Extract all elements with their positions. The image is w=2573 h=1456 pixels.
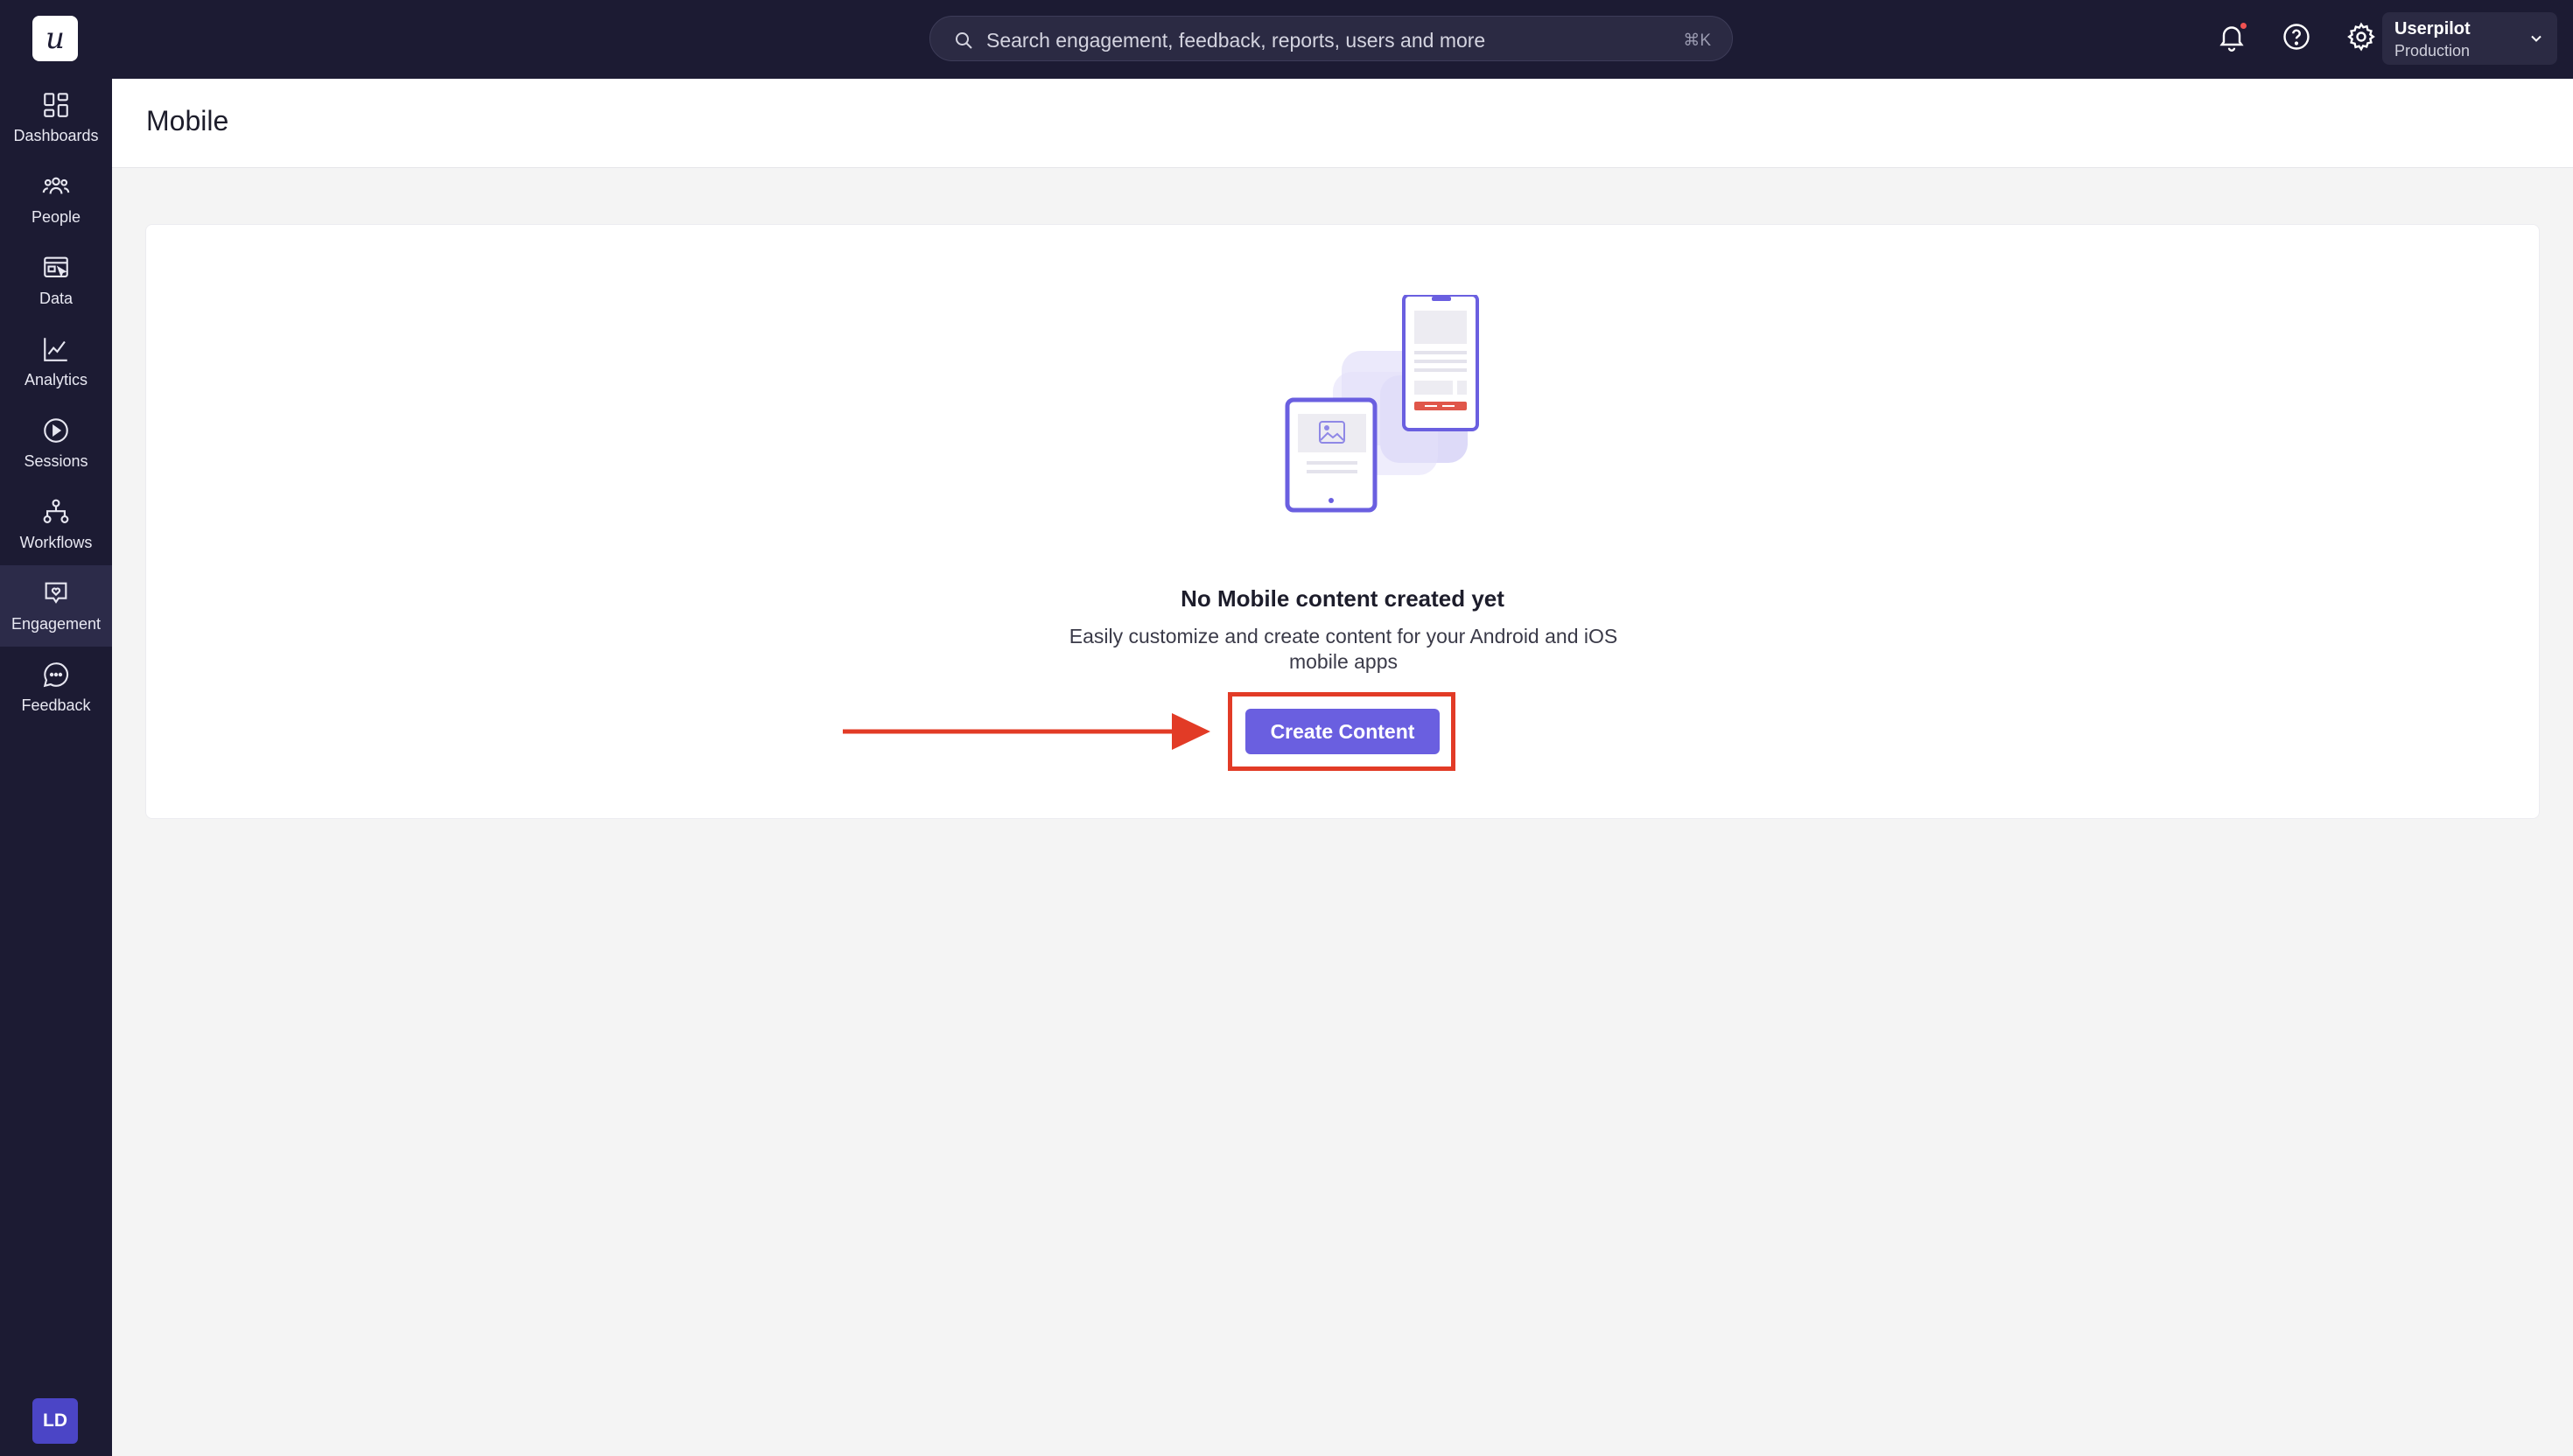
avatar[interactable]: LD bbox=[32, 1398, 78, 1444]
engagement-icon bbox=[41, 578, 71, 608]
settings-button[interactable] bbox=[2344, 21, 2379, 56]
sidebar-item-label: People bbox=[31, 208, 81, 226]
sidebar-item-sessions[interactable]: Sessions bbox=[0, 402, 112, 484]
sidebar-item-feedback[interactable]: Feedback bbox=[0, 647, 112, 728]
notification-badge bbox=[2239, 21, 2248, 31]
sidebar-item-data[interactable]: Data bbox=[0, 240, 112, 321]
annotation-arrow bbox=[843, 713, 1210, 750]
chevron-down-icon bbox=[2527, 30, 2545, 47]
sidebar-item-label: Engagement bbox=[11, 615, 102, 633]
sidebar-item-label: Feedback bbox=[21, 696, 91, 714]
help-button[interactable] bbox=[2279, 21, 2314, 56]
gear-icon bbox=[2345, 21, 2377, 57]
sidebar-item-people[interactable]: People bbox=[0, 158, 112, 240]
sidebar-item-dashboards[interactable]: Dashboards bbox=[0, 77, 112, 158]
sidebar-item-label: Dashboards bbox=[13, 127, 99, 144]
sidebar-item-engagement[interactable]: Engagement bbox=[0, 565, 112, 647]
global-search[interactable]: Search engagement, feedback, reports, us… bbox=[929, 16, 1733, 61]
empty-state-card: No Mobile content created yet Easily cus… bbox=[145, 224, 2540, 819]
mobile-devices-illustration bbox=[1285, 295, 1479, 513]
create-content-button[interactable]: Create Content bbox=[1245, 709, 1440, 754]
search-shortcut: ⌘K bbox=[1683, 32, 1711, 50]
sidebar: u Dashboards People Data Analytics Sessi… bbox=[0, 0, 112, 1456]
sidebar-item-workflows[interactable]: Workflows bbox=[0, 484, 112, 565]
workspace-name: Userpilot bbox=[2394, 19, 2471, 38]
sidebar-nav: Dashboards People Data Analytics Session… bbox=[0, 77, 112, 728]
sidebar-item-label: Sessions bbox=[24, 452, 88, 470]
help-circle-icon bbox=[2281, 21, 2312, 57]
page-title: Mobile bbox=[146, 105, 229, 136]
workspace-switcher[interactable]: Userpilot Production bbox=[2382, 12, 2557, 65]
search-input[interactable]: Search engagement, feedback, reports, us… bbox=[986, 29, 1485, 52]
notifications-button[interactable] bbox=[2214, 21, 2249, 56]
workspace-environment: Production bbox=[2394, 42, 2471, 60]
search-icon bbox=[953, 30, 974, 51]
sidebar-item-label: Workflows bbox=[19, 534, 93, 551]
sidebar-item-analytics[interactable]: Analytics bbox=[0, 321, 112, 402]
sidebar-item-label: Data bbox=[39, 290, 74, 307]
top-bar: Search engagement, feedback, reports, us… bbox=[112, 0, 2573, 79]
play-circle-icon bbox=[41, 416, 71, 445]
userpilot-logo[interactable]: u bbox=[32, 16, 78, 61]
sidebar-item-label: Analytics bbox=[24, 371, 88, 388]
dashboard-icon bbox=[41, 90, 71, 120]
chat-bubble-icon bbox=[41, 660, 71, 690]
empty-state-description: Easily customize and create content for … bbox=[1069, 625, 1618, 673]
people-icon bbox=[41, 172, 71, 201]
analytics-icon bbox=[41, 334, 71, 364]
data-icon bbox=[41, 253, 71, 283]
empty-state-title: No Mobile content created yet bbox=[1181, 585, 1504, 612]
workflow-icon bbox=[41, 497, 71, 527]
page-header: Mobile bbox=[112, 79, 2573, 168]
